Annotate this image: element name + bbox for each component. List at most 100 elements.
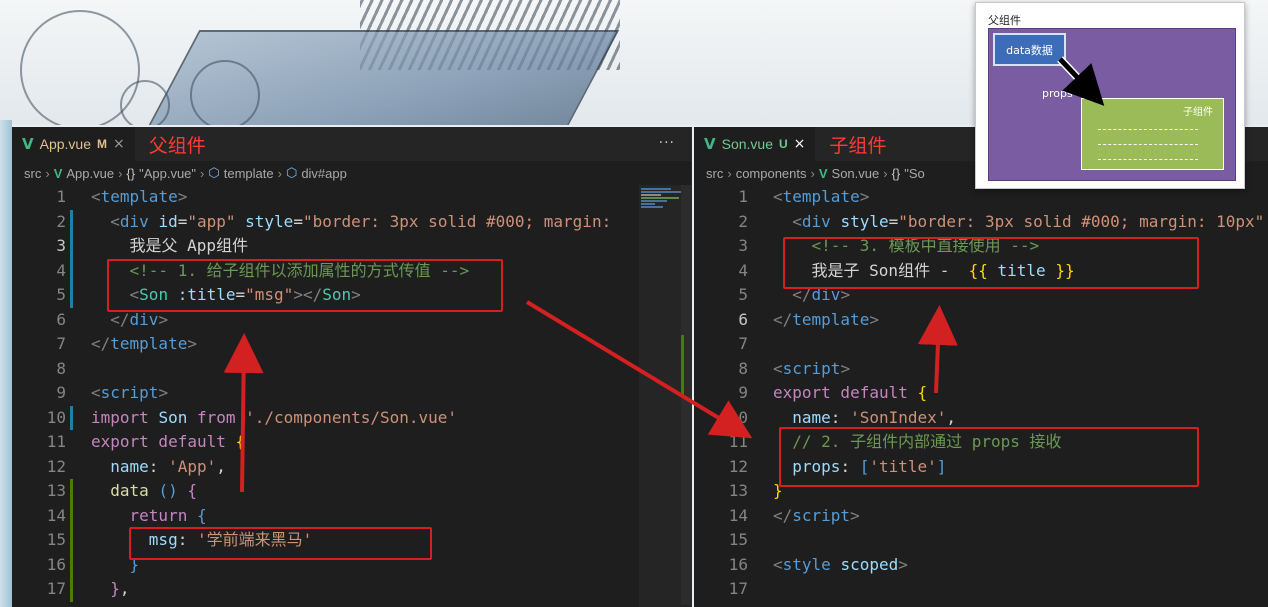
code-token: template (782, 187, 860, 206)
gutter (66, 357, 74, 382)
line-number: 5 (56, 285, 66, 304)
code-line[interactable]: 17 (694, 577, 1268, 602)
breadcrumb-item[interactable]: "App.vue" (139, 166, 196, 181)
breadcrumb-item[interactable]: src (706, 166, 723, 181)
more-actions-icon[interactable]: ··· (659, 135, 675, 151)
code-text: <script> (74, 381, 168, 406)
code-line[interactable]: 7 (694, 332, 1268, 357)
code-line[interactable]: 16 <style scoped> (694, 553, 1268, 578)
line-number: 8 (56, 358, 66, 378)
code-token: template (792, 309, 870, 329)
gutter (748, 504, 756, 529)
code-token: { (235, 432, 246, 451)
code-line[interactable]: 15 (694, 528, 1268, 553)
line-number: 6 (738, 309, 748, 329)
breadcrumb-item[interactable]: src (24, 166, 41, 181)
code-text: <template> (74, 185, 187, 210)
gutter (748, 234, 756, 259)
highlight-box-template-use (783, 237, 1199, 289)
code-token: 我是父 App组件 (91, 236, 249, 255)
breadcrumb: src › V App.vue › {} "App.vue" › ⬡ templ… (12, 161, 691, 185)
code-line[interactable]: 2 <div id="app" style="border: 3px solid… (12, 209, 691, 234)
gutter (748, 430, 756, 455)
code-token: > (177, 187, 188, 206)
code-token: div (129, 309, 159, 329)
breadcrumb-item[interactable]: template (224, 166, 274, 181)
code-line[interactable]: 9 export default { (694, 381, 1268, 406)
code-token: div (801, 211, 841, 231)
gutter (66, 430, 74, 455)
code-token: script (100, 383, 159, 402)
code-token: template (110, 334, 188, 353)
code-token: > (840, 358, 851, 378)
code-token: = (888, 211, 899, 231)
code-text: <style scoped> (756, 553, 908, 578)
artwork-circle (20, 10, 140, 125)
code-line[interactable]: 13 data () { (12, 479, 691, 504)
chevron-right-icon: › (118, 165, 123, 181)
code-token: : (830, 407, 851, 427)
breadcrumb-item[interactable]: "So (904, 166, 925, 181)
code-line[interactable]: 14 </script> (694, 504, 1268, 529)
line-number: 11 (728, 432, 748, 451)
code-token: "app" (187, 211, 246, 231)
code-line[interactable]: 2 <div style="border: 3px solid #000; ma… (694, 210, 1268, 235)
vue-file-icon: V (818, 165, 828, 181)
background-edge (0, 120, 12, 607)
line-number: 12 (728, 456, 748, 476)
close-tab-icon[interactable]: × (794, 136, 806, 152)
tab-app-vue[interactable]: V App.vue M × (12, 127, 135, 161)
chevron-right-icon: › (45, 165, 50, 181)
code-token: return (129, 505, 197, 525)
code-token: > (898, 554, 908, 574)
line-number: 16 (46, 554, 66, 574)
code-line[interactable]: 7 </template> (12, 332, 691, 357)
line-number: 4 (738, 260, 748, 280)
code-line[interactable]: 9 <script> (12, 381, 691, 406)
props-diagram: 父组件 data数据 props 子组件 (975, 2, 1245, 189)
line-number: 13 (46, 481, 66, 500)
line-number: 15 (46, 530, 66, 549)
gutter (748, 185, 756, 210)
vue-file-icon: V (53, 165, 63, 181)
braces-icon: {} (126, 165, 136, 181)
code-line[interactable]: 11 export default { (12, 430, 691, 455)
breadcrumb-item[interactable]: div#app (301, 166, 347, 181)
line-number: 16 (728, 554, 748, 574)
line-number: 12 (46, 456, 66, 476)
code-token: > (869, 309, 879, 329)
breadcrumb-item[interactable]: components (736, 166, 807, 181)
code-line[interactable]: 1 <template> (12, 185, 691, 210)
breadcrumb-item[interactable]: App.vue (66, 166, 114, 181)
left-tab-bar: V App.vue M × 父组件 ··· (12, 127, 691, 161)
code-line[interactable]: 17 }, (12, 577, 691, 602)
code-line[interactable]: 14 return { (12, 503, 691, 528)
tab-filename: Son.vue (721, 136, 773, 152)
chevron-right-icon: › (883, 165, 888, 181)
code-token: < (773, 187, 783, 206)
code-line[interactable]: 10 import Son from './components/Son.vue' (12, 405, 691, 430)
code-line[interactable]: 12 name: 'App', (12, 455, 691, 480)
code-line[interactable]: 3 我是父 App组件 (12, 234, 691, 259)
line-number: 17 (46, 579, 66, 598)
gutter (748, 357, 756, 382)
scrollbar[interactable] (681, 185, 691, 605)
code-token: script (792, 505, 851, 525)
close-tab-icon[interactable]: × (113, 136, 125, 152)
code-text: export default { (756, 381, 927, 406)
code-line[interactable]: 6 </template> (694, 308, 1268, 333)
breadcrumb-item[interactable]: Son.vue (832, 166, 880, 181)
code-token: style (840, 211, 889, 231)
code-token: template (100, 187, 178, 206)
tab-son-vue[interactable]: V Son.vue U × (694, 127, 816, 161)
code-token: < (792, 211, 802, 231)
minimap-area[interactable] (639, 185, 691, 607)
line-number: 15 (728, 530, 748, 549)
code-line[interactable]: 8 <script> (694, 357, 1268, 382)
line-number: 9 (738, 383, 748, 402)
code-line[interactable]: 8 (12, 357, 691, 382)
